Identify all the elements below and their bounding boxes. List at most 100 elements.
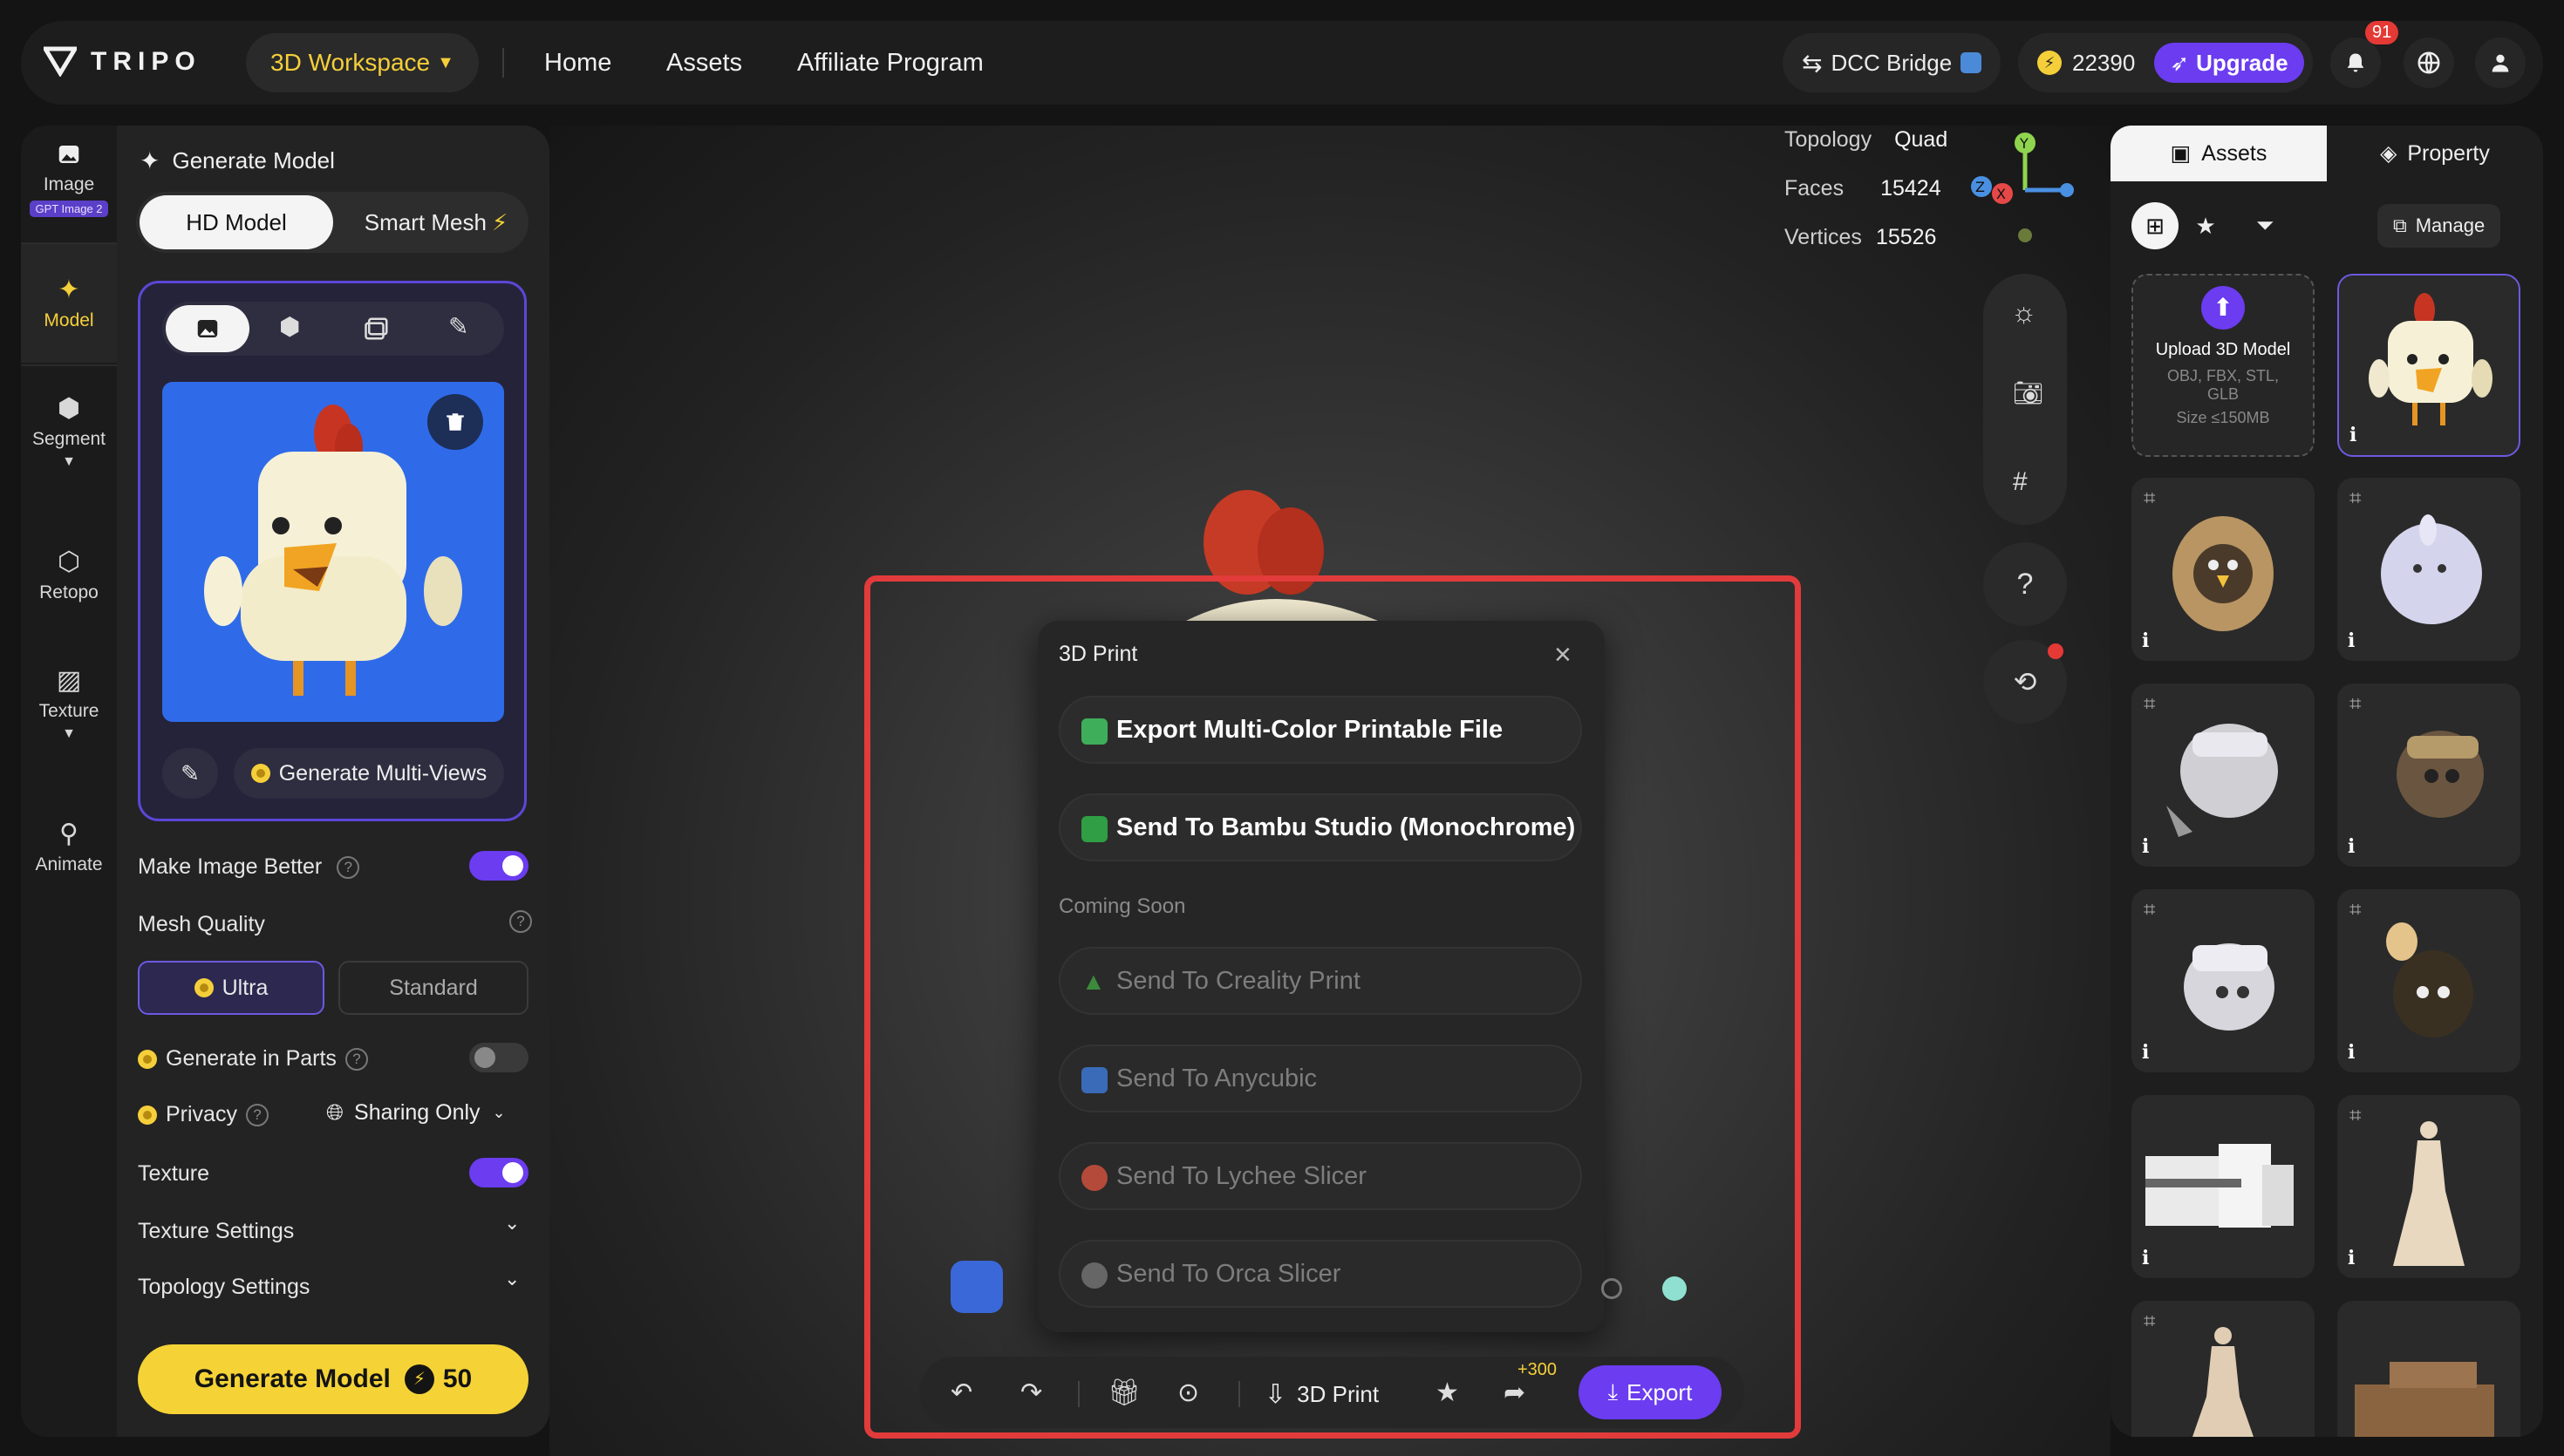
notification-count-badge: 91: [2365, 21, 2399, 44]
filter-star-icon[interactable]: ★: [2182, 202, 2229, 249]
close-icon[interactable]: ×: [1554, 638, 1572, 672]
model-thumbnail-chip[interactable]: [951, 1261, 1003, 1313]
export-multicolor-option[interactable]: Export Multi-Color Printable File: [1059, 696, 1582, 764]
help-icon[interactable]: ?: [245, 1103, 269, 1126]
quality-standard-button[interactable]: Standard: [338, 961, 528, 1015]
star-icon[interactable]: ★: [1435, 1378, 1459, 1408]
nav-assets-link[interactable]: Assets: [666, 49, 742, 78]
rail-segment[interactable]: ⬢ Segment ▼: [21, 396, 117, 471]
info-icon[interactable]: i: [2349, 424, 2356, 446]
rail-texture[interactable]: ▨ Texture ▼: [21, 668, 117, 743]
privacy-dropdown[interactable]: 🌐︎ Sharing Only ⌄: [326, 1100, 506, 1126]
profile-button[interactable]: [2475, 37, 2526, 88]
redo-icon[interactable]: ↷: [1020, 1378, 1042, 1408]
chevron-down-icon[interactable]: ⌄: [504, 1268, 520, 1290]
share-icon[interactable]: ➦: [1504, 1378, 1525, 1408]
mesh-icon: ⌗: [2144, 692, 2156, 716]
manage-button[interactable]: ⧉ Manage: [2377, 204, 2501, 248]
help-icon[interactable]: ?: [344, 1047, 368, 1071]
info-icon[interactable]: i: [2348, 1247, 2355, 1269]
notifications-button[interactable]: [2330, 37, 2381, 88]
tab-assets[interactable]: ▣ Assets: [2111, 126, 2327, 181]
asset-card[interactable]: [2337, 1301, 2520, 1437]
asset-card[interactable]: ⌗ i: [2131, 889, 2315, 1072]
grid-hash-icon[interactable]: #: [2013, 467, 2028, 497]
rail-model[interactable]: ✦ Model: [21, 277, 117, 331]
rail-retopo[interactable]: ⬡ Retopo: [21, 549, 117, 603]
generate-model-button[interactable]: Generate Model ⚡ 50: [138, 1344, 528, 1414]
vertices-stat-label: Vertices: [1784, 225, 1862, 249]
multi-image-icon[interactable]: [363, 316, 391, 342]
texture-settings-label[interactable]: Texture Settings: [138, 1219, 294, 1244]
undo-icon[interactable]: ↶: [951, 1378, 972, 1408]
topology-settings-label[interactable]: Topology Settings: [138, 1275, 310, 1300]
filter-funnel-icon[interactable]: ⏷: [2241, 202, 2288, 249]
axis-gizmo-icon[interactable]: Y Z X: [1967, 127, 2081, 249]
language-button[interactable]: [2404, 37, 2454, 88]
send-bambu-option[interactable]: Send To Bambu Studio (Monochrome): [1059, 793, 1582, 861]
asset-card[interactable]: ⌗ i: [2337, 684, 2520, 867]
rail-image[interactable]: Image GPT Image 2: [21, 141, 117, 218]
edit-image-button[interactable]: ✎: [162, 748, 218, 799]
asset-card[interactable]: ⌗: [2131, 1301, 2315, 1437]
camera-icon[interactable]: 📷︎: [2013, 378, 2044, 407]
help-icon[interactable]: ?: [509, 910, 532, 933]
info-icon[interactable]: i: [2142, 835, 2149, 858]
make-image-better-toggle[interactable]: [469, 851, 528, 881]
pencil-icon[interactable]: ✎: [448, 312, 468, 341]
smart-mesh-tab[interactable]: Smart Mesh ⚡: [349, 195, 523, 249]
orbit-icon[interactable]: ⊙: [1177, 1378, 1199, 1408]
cube-icon[interactable]: ⬢: [279, 312, 300, 341]
asset-card[interactable]: ⌗ i: [2337, 889, 2520, 1072]
dcc-bridge-button[interactable]: ⇆ DCC Bridge: [1783, 33, 2001, 92]
send-lychee-label: Send To Lychee Slicer: [1116, 1161, 1367, 1190]
dcc-bridge-label: DCC Bridge: [1831, 49, 1953, 76]
asset-thumbnail: [2166, 724, 2278, 837]
rail-animate[interactable]: ⚲ Animate: [21, 821, 117, 875]
gift-icon[interactable]: 🎁︎: [1108, 1378, 1141, 1408]
nav-affiliate-link[interactable]: Affiliate Program: [797, 49, 984, 78]
generate-multi-views-button[interactable]: Generate Multi-Views: [234, 748, 504, 799]
info-icon[interactable]: i: [2348, 629, 2355, 652]
chicken-thumbnail: [2369, 293, 2492, 425]
history-icon: ⟲: [2013, 666, 2037, 697]
info-icon[interactable]: i: [2348, 835, 2355, 858]
3d-print-button[interactable]: ⇩ 3D Print: [1265, 1379, 1379, 1410]
tab-property[interactable]: ◈ Property: [2327, 126, 2543, 181]
svg-text:Y: Y: [2019, 135, 2029, 152]
info-icon[interactable]: i: [2348, 1041, 2355, 1064]
rail-texture-label: Texture: [38, 701, 99, 721]
hd-model-tab[interactable]: HD Model: [140, 195, 333, 249]
filter-all-icon[interactable]: ⊞: [2131, 202, 2179, 249]
export-button[interactable]: ⤓ Export: [1579, 1365, 1722, 1419]
upload-3d-model-card[interactable]: ⬆ Upload 3D Model OBJ, FBX, STL, GLB Siz…: [2131, 274, 2315, 457]
color-swatch[interactable]: [1662, 1276, 1687, 1301]
asset-card[interactable]: ⌗ i: [2337, 478, 2520, 661]
export-multicolor-label: Export Multi-Color Printable File: [1116, 715, 1504, 744]
info-icon[interactable]: i: [2142, 1041, 2149, 1064]
chevron-down-icon[interactable]: ⌄: [504, 1212, 520, 1235]
color-toggle-icon[interactable]: [1601, 1278, 1622, 1299]
help-button[interactable]: ?: [1983, 542, 2067, 626]
app-logo-text: TRIPO: [91, 47, 201, 76]
quality-ultra-button[interactable]: Ultra: [138, 961, 324, 1015]
info-icon[interactable]: i: [2142, 1247, 2149, 1269]
image-icon: [58, 146, 79, 163]
help-icon[interactable]: ?: [337, 856, 360, 880]
generate-in-parts-toggle[interactable]: [469, 1043, 528, 1072]
manage-icon: ⧉: [2393, 214, 2407, 236]
asset-card-chicken[interactable]: i: [2337, 274, 2520, 457]
asset-card[interactable]: i: [2131, 1095, 2315, 1278]
workspace-dropdown[interactable]: 3D Workspace ▼: [246, 33, 479, 92]
info-icon[interactable]: i: [2142, 629, 2149, 652]
asset-thumbnail: [2381, 514, 2482, 624]
asset-card[interactable]: ⌗ i: [2131, 684, 2315, 867]
bridge-badge-icon: [1961, 52, 1982, 73]
nav-home-link[interactable]: Home: [544, 49, 611, 78]
asset-card[interactable]: ⌗ i: [2131, 478, 2315, 661]
texture-toggle[interactable]: [469, 1158, 528, 1187]
lighting-icon[interactable]: ☼: [2011, 296, 2036, 329]
upgrade-button[interactable]: ➶ Upgrade: [2154, 43, 2304, 83]
delete-image-button[interactable]: [427, 394, 483, 450]
asset-card[interactable]: ⌗ i: [2337, 1095, 2520, 1278]
